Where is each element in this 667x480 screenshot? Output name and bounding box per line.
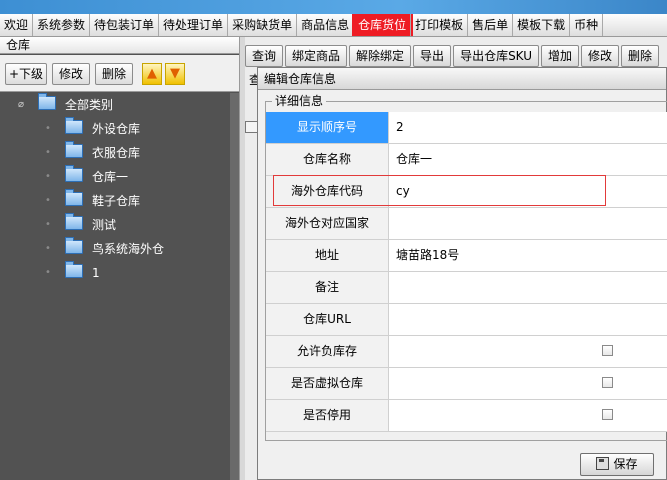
tree-toolbar: +下级 修改 删除 ▲ ▼ xyxy=(0,55,239,92)
add-button[interactable]: 增加 xyxy=(541,45,580,67)
tree-bullet-icon: • xyxy=(45,123,51,134)
edit-button[interactable]: 修改 xyxy=(52,63,90,85)
delete-button[interactable]: 删除 xyxy=(95,63,133,85)
field-label: 是否停用 xyxy=(266,400,389,431)
field-label: 是否虚拟仓库 xyxy=(266,368,389,399)
tree-item-label: 衣服仓库 xyxy=(92,146,141,160)
field-row-remark[interactable]: 备注 xyxy=(266,272,667,304)
nav-purchase-shortage[interactable]: 采购缺货单 xyxy=(228,14,298,36)
tree-item-label: 1 xyxy=(92,266,100,280)
field-label: 海外仓对应国家 xyxy=(266,208,389,239)
field-label: 显示顺序号 xyxy=(266,112,389,143)
tree-item[interactable]: • 鞋子仓库 xyxy=(45,189,141,211)
field-label: 允许负库存 xyxy=(266,336,389,367)
section-legend: 详细信息 xyxy=(272,94,327,108)
bind-product-button[interactable]: 绑定商品 xyxy=(285,45,348,67)
tree-item-label: 全部类别 xyxy=(65,98,114,112)
tree-bullet-icon: • xyxy=(45,219,51,230)
field-row-url[interactable]: 仓库URL xyxy=(266,304,667,336)
field-label: 仓库名称 xyxy=(266,144,389,175)
query-button[interactable]: 查询 xyxy=(245,45,284,67)
nav-product-info[interactable]: 商品信息 xyxy=(297,14,355,36)
app-banner xyxy=(0,0,667,14)
tree-bullet-icon: • xyxy=(45,147,51,158)
tree-item-label: 鸟系统海外仓 xyxy=(92,242,165,256)
overseas-code-value[interactable]: cy xyxy=(396,176,410,207)
tree-bullet-icon: • xyxy=(45,195,51,206)
field-label: 海外仓库代码 xyxy=(266,176,389,207)
folder-icon xyxy=(65,237,83,254)
main-nav-bar: 欢迎 系统参数 待包装订单 待处理订单 采购缺货单 商品信息 仓库货位 打印模板 售后单 模板下载… xyxy=(0,14,667,37)
field-row-address[interactable]: 地址 塘苗路18号 xyxy=(266,240,667,272)
field-row-virtual: 是否虚拟仓库 xyxy=(266,368,667,400)
nav-pending-pack-orders[interactable]: 待包装订单 xyxy=(90,14,160,36)
nav-after-sales[interactable]: 售后单 xyxy=(468,14,514,36)
delete-list-button[interactable]: 删除 xyxy=(621,45,660,67)
nav-pending-orders[interactable]: 待处理订单 xyxy=(159,14,229,36)
folder-icon xyxy=(65,189,83,206)
modify-button[interactable]: 修改 xyxy=(581,45,620,67)
address-value[interactable]: 塘苗路18号 xyxy=(396,240,459,271)
warehouse-tree-panel: 仓库 +下级 修改 删除 ▲ ▼ ⌀ 全部类别 • 外设仓库 • 衣服仓库 • 仓库一 … xyxy=(0,37,239,480)
export-button[interactable]: 导出 xyxy=(413,45,452,67)
field-row-display-order[interactable]: 显示顺序号 2 xyxy=(266,112,667,144)
tree-root-all-categories[interactable]: ⌀ 全部类别 xyxy=(18,93,114,115)
field-label: 仓库URL xyxy=(266,304,389,335)
folder-icon xyxy=(65,117,83,134)
virtual-warehouse-checkbox[interactable] xyxy=(602,377,613,388)
disabled-checkbox[interactable] xyxy=(602,409,613,420)
move-up-icon[interactable]: ▲ xyxy=(142,63,162,85)
tree-item[interactable]: • 外设仓库 xyxy=(45,117,141,139)
nav-currency[interactable]: 币种 xyxy=(570,14,604,36)
field-row-warehouse-name[interactable]: 仓库名称 仓库一 xyxy=(266,144,667,176)
nav-system-params[interactable]: 系统参数 xyxy=(33,14,91,36)
allow-negative-checkbox[interactable] xyxy=(602,345,613,356)
add-child-button[interactable]: +下级 xyxy=(5,63,47,85)
panel-title: 仓库 xyxy=(0,37,239,54)
field-label: 地址 xyxy=(266,240,389,271)
tree-item[interactable]: • 鸟系统海外仓 xyxy=(45,237,165,259)
export-sku-button[interactable]: 导出仓库SKU xyxy=(453,45,540,67)
nav-warehouse-locations[interactable]: 仓库货位 xyxy=(352,14,414,36)
warehouse-name-value[interactable]: 仓库一 xyxy=(396,144,432,175)
edit-warehouse-dialog: 编辑仓库信息 详细信息 显示顺序号 2 仓库名称 仓库一 海外仓库代码 cy 海… xyxy=(257,67,667,480)
folder-icon xyxy=(38,93,56,110)
tree-bullet-icon: • xyxy=(45,267,51,278)
field-row-disabled: 是否停用 xyxy=(266,400,667,432)
tree-bullet-icon: • xyxy=(45,171,51,182)
nav-welcome[interactable]: 欢迎 xyxy=(0,14,34,36)
list-toolbar: 查询 绑定商品 解除绑定 导出 导出仓库SKU 增加 修改 删除 xyxy=(245,45,667,69)
tree-item[interactable]: • 测试 xyxy=(45,213,117,235)
field-row-overseas-code[interactable]: 海外仓库代码 cy xyxy=(266,176,667,208)
tree-scrollbar[interactable] xyxy=(230,93,239,480)
field-row-country[interactable]: 海外仓对应国家 xyxy=(266,208,667,240)
tree-item-label: 测试 xyxy=(92,218,117,232)
tree-bullet-icon: • xyxy=(45,243,51,254)
tree-item[interactable]: • 仓库一 xyxy=(45,165,129,187)
details-section: 详细信息 显示顺序号 2 仓库名称 仓库一 海外仓库代码 cy 海外仓对应国家 … xyxy=(265,94,667,441)
field-label: 备注 xyxy=(266,272,389,303)
tree-item-label: 仓库一 xyxy=(92,170,129,184)
folder-icon xyxy=(65,213,83,230)
warehouse-tree: ⌀ 全部类别 • 外设仓库 • 衣服仓库 • 仓库一 • 鞋子仓库 • 测试 • 鸟系统海外仓… xyxy=(0,93,230,480)
dialog-title: 编辑仓库信息 xyxy=(258,68,666,90)
tree-item-label: 外设仓库 xyxy=(92,122,141,136)
display-order-value[interactable]: 2 xyxy=(396,112,404,143)
tree-item[interactable]: • 衣服仓库 xyxy=(45,141,141,163)
folder-icon xyxy=(65,165,83,182)
nav-template-download[interactable]: 模板下载 xyxy=(513,14,571,36)
folder-icon xyxy=(65,141,83,158)
folder-icon xyxy=(65,261,83,278)
tree-toggle-icon[interactable]: ⌀ xyxy=(18,95,24,115)
tree-item-label: 鞋子仓库 xyxy=(92,194,141,208)
move-down-icon[interactable]: ▼ xyxy=(165,63,185,85)
save-label: 保存 xyxy=(613,457,638,471)
save-button[interactable]: 保存 xyxy=(580,453,654,476)
unbind-button[interactable]: 解除绑定 xyxy=(349,45,412,67)
field-row-allow-negative: 允许负库存 xyxy=(266,336,667,368)
tree-item[interactable]: • 1 xyxy=(45,261,100,283)
nav-print-templates[interactable]: 打印模板 xyxy=(411,14,469,36)
save-icon xyxy=(596,457,610,470)
